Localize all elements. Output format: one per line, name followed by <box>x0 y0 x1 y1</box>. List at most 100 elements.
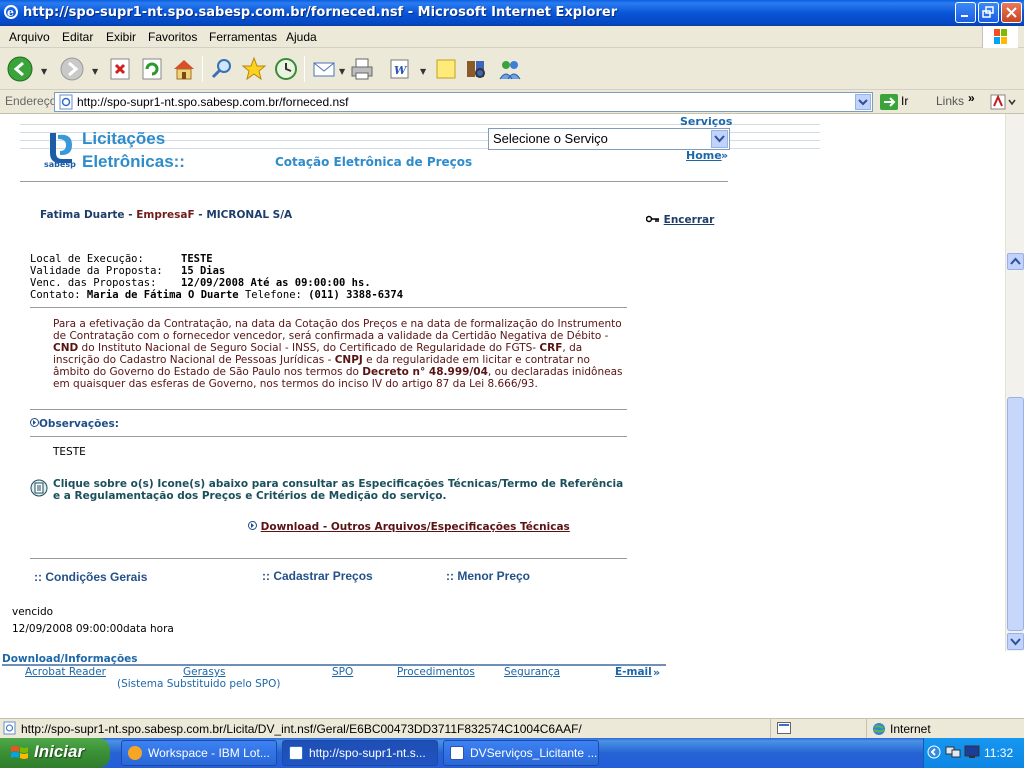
observacoes-label: Observações: <box>39 418 119 430</box>
document-icon[interactable] <box>30 479 48 497</box>
page-icon <box>3 721 16 735</box>
task-dvservicos[interactable]: DVServiços_Licitante ... <box>443 740 599 766</box>
go-button[interactable]: Ir <box>901 94 908 108</box>
scroll-up-button[interactable] <box>1007 253 1024 270</box>
scroll-thumb[interactable] <box>1007 397 1024 631</box>
company-label: EmpresaF <box>136 209 195 221</box>
links-toolbar[interactable]: Links <box>936 94 964 108</box>
vertical-scrollbar[interactable] <box>1005 114 1024 651</box>
minimize-button[interactable] <box>955 2 976 23</box>
globe-icon <box>873 723 885 735</box>
lotus-icon <box>128 746 142 760</box>
footer-link-procedimentos[interactable]: Procedimentos <box>397 666 475 678</box>
menu-ajuda[interactable]: Ajuda <box>286 30 317 44</box>
task-internet-explorer[interactable]: http://spo-supr1-nt.s... <box>282 740 438 766</box>
task-label: DVServiços_Licitante ... <box>470 746 598 760</box>
toolbar-separator <box>304 56 305 82</box>
task-label: http://spo-supr1-nt.s... <box>309 746 426 760</box>
download-label[interactable]: Download - Outros Arquivos/Especificaçõe… <box>261 521 570 533</box>
research-icon[interactable] <box>462 55 490 83</box>
download-link[interactable]: Download - Outros Arquivos/Especificaçõe… <box>248 521 570 533</box>
note-icon[interactable] <box>432 55 460 83</box>
menu-editar[interactable]: Editar <box>62 30 93 44</box>
address-url: http://spo-supr1-nt.spo.sabesp.com.br/fo… <box>77 95 349 109</box>
logout-label[interactable]: Encerrar <box>664 214 715 226</box>
bullet-arrow-icon <box>248 521 257 530</box>
menu-favoritos[interactable]: Favoritos <box>148 30 197 44</box>
print-icon[interactable] <box>348 55 376 83</box>
menu-exibir[interactable]: Exibir <box>106 30 136 44</box>
footer-link-gerasys[interactable]: Gerasys <box>183 666 226 678</box>
tray-expand-icon[interactable] <box>927 745 941 759</box>
forward-dropdown-icon[interactable]: ▼ <box>92 67 98 76</box>
edit-word-icon[interactable]: W <box>386 55 414 83</box>
tab-cadastrar-precos[interactable]: :: Cadastrar Preços <box>262 569 373 583</box>
toolbar-separator <box>202 56 203 82</box>
home-link[interactable]: Home <box>686 149 722 162</box>
status-vencido: vencido <box>12 606 54 618</box>
address-dropdown-icon[interactable] <box>855 94 871 110</box>
tab-condicoes-gerais[interactable]: :: Condições Gerais <box>34 570 147 584</box>
address-label: Endereço <box>5 94 57 108</box>
servicos-label: Serviços <box>680 115 733 128</box>
local-row: Local de Execução: TESTE <box>30 253 213 265</box>
footer-link-acrobat[interactable]: Acrobat Reader <box>25 666 106 678</box>
mail-icon[interactable] <box>310 55 338 83</box>
footer-link-spo[interactable]: SPO <box>332 666 353 678</box>
menu-ferramentas[interactable]: Ferramentas <box>209 30 277 44</box>
decreto-term: Decreto n° 48.999/04 <box>362 366 488 378</box>
local-value: TESTE <box>181 253 213 265</box>
service-select[interactable]: Selecione o Serviço <box>488 128 730 150</box>
user-info: Fatima Duarte - EmpresaF - MICRONAL S/A <box>40 209 293 221</box>
user-name: Fatima Duarte <box>40 209 125 221</box>
menu-bar: Arquivo Editar Exibir Favoritos Ferramen… <box>0 26 1024 48</box>
footer-link-email[interactable]: E-mail <box>615 666 652 678</box>
edit-dropdown-icon[interactable]: ▼ <box>420 67 426 76</box>
details-divider <box>30 307 627 308</box>
chevron-down-icon <box>1010 638 1021 646</box>
footer-link-seguranca[interactable]: Segurança <box>504 666 560 678</box>
back-dropdown-icon[interactable]: ▼ <box>41 67 47 76</box>
scroll-down-button[interactable] <box>1007 633 1024 650</box>
chevron-icon[interactable]: » <box>968 91 975 105</box>
close-icon <box>1006 7 1017 18</box>
mail-dropdown-icon[interactable]: ▼ <box>339 67 345 76</box>
search-icon[interactable] <box>208 55 236 83</box>
notice-divider <box>30 409 627 410</box>
taskbar: Iniciar Workspace - IBM Lot... http://sp… <box>0 738 1024 768</box>
stop-icon[interactable] <box>106 55 134 83</box>
back-icon[interactable] <box>6 55 34 83</box>
email-arrow-icon: » <box>653 666 661 679</box>
contato-label: Contato: <box>30 289 81 301</box>
acrobat-icon[interactable] <box>990 94 1016 110</box>
network-icon[interactable] <box>945 745 961 759</box>
history-icon[interactable] <box>272 55 300 83</box>
favorites-star-icon[interactable] <box>240 55 268 83</box>
forward-icon[interactable] <box>58 55 86 83</box>
go-arrow-icon[interactable] <box>880 94 898 110</box>
tab-menor-preco[interactable]: :: Menor Preço <box>446 569 530 583</box>
ie-icon <box>289 746 303 760</box>
status-url: http://spo-supr1-nt.spo.sabesp.com.br/Li… <box>21 722 582 736</box>
page-content: sabesp Licitações Eletrônicas:: Cotação … <box>0 114 1005 651</box>
vencimento-label: Venc. das Propostas: <box>30 277 157 289</box>
chevron-down-icon[interactable] <box>711 130 728 148</box>
close-button[interactable] <box>1001 2 1022 23</box>
title-bar[interactable]: e http://spo-supr1-nt.spo.sabesp.com.br/… <box>0 0 1024 26</box>
start-button[interactable]: Iniciar <box>0 738 110 768</box>
local-label: Local de Execução: <box>30 253 144 265</box>
task-lotus-workspace[interactable]: Workspace - IBM Lot... <box>121 740 277 766</box>
telefone-value: (011) 3388-6374 <box>308 289 404 301</box>
menu-arquivo[interactable]: Arquivo <box>9 30 50 44</box>
restore-button[interactable] <box>978 2 999 23</box>
monitor-icon[interactable] <box>964 745 980 759</box>
address-input[interactable]: http://spo-supr1-nt.spo.sabesp.com.br/fo… <box>54 92 873 112</box>
refresh-icon[interactable] <box>138 55 166 83</box>
logout-link[interactable]: Encerrar <box>645 214 715 226</box>
messenger-icon[interactable] <box>496 55 524 83</box>
home-icon[interactable] <box>170 55 198 83</box>
browser-toolbar: ▼ ▼ ▼ W ▼ <box>0 48 1024 90</box>
windows-logo-icon <box>982 26 1018 48</box>
contato-value: Maria de Fátima O Duarte <box>86 289 239 301</box>
svg-text:W: W <box>394 64 408 77</box>
